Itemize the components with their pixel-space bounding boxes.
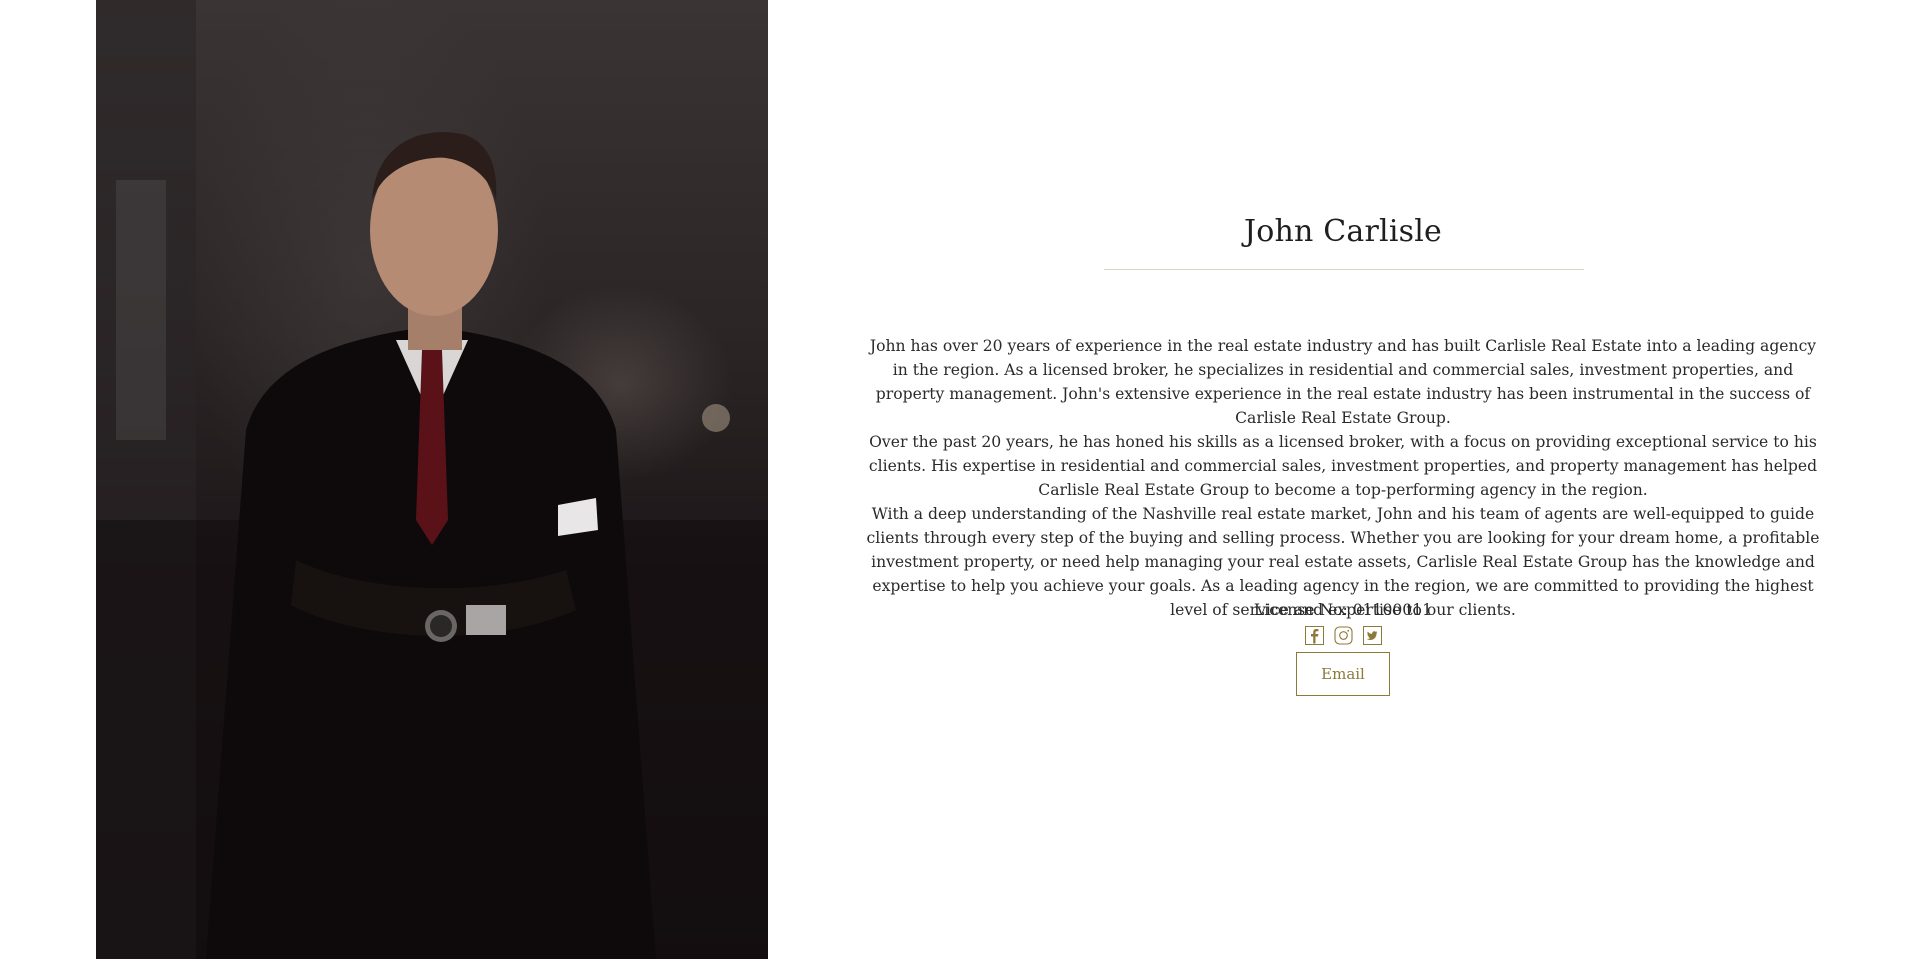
title-divider: [1104, 269, 1584, 270]
license-number: License No: 01100011: [1253, 601, 1433, 619]
bio-paragraph: John has over 20 years of experience in …: [869, 337, 1817, 427]
twitter-link[interactable]: [1362, 626, 1382, 645]
agent-bio: John has over 20 years of experience in …: [864, 334, 1822, 622]
email-button[interactable]: Email: [1296, 652, 1390, 696]
agent-profile-page: John Carlisle John has over 20 years of …: [0, 0, 1919, 959]
agent-portrait-photo: [96, 0, 768, 959]
instagram-icon: [1333, 626, 1353, 645]
agent-name: John Carlisle: [1244, 214, 1442, 249]
social-links: [864, 626, 1822, 646]
facebook-link[interactable]: [1304, 626, 1324, 645]
twitter-icon: [1362, 626, 1382, 645]
agent-bio-section: John Carlisle John has over 20 years of …: [864, 0, 1822, 959]
bio-paragraph: Over the past 20 years, he has honed his…: [868, 433, 1818, 499]
instagram-link[interactable]: [1333, 626, 1353, 645]
facebook-icon: [1304, 626, 1324, 645]
